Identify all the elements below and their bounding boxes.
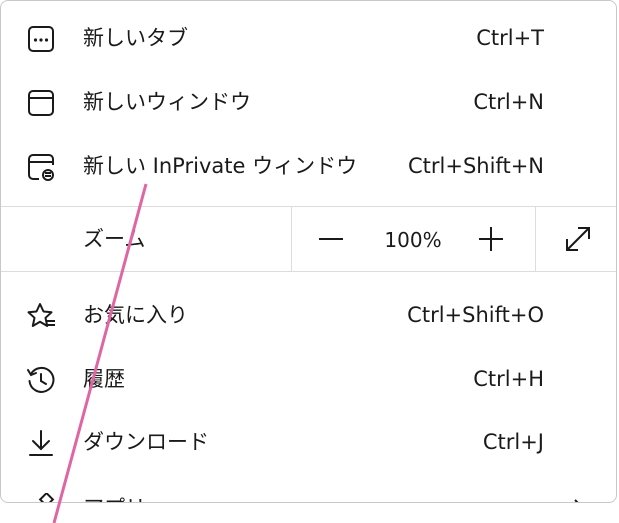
menu-item-shortcut: Ctrl+Shift+O [407, 303, 544, 327]
chevron-right-icon [568, 497, 588, 502]
inprivate-window-icon [25, 151, 57, 183]
history-icon [25, 364, 57, 396]
new-window-icon [25, 87, 57, 119]
menu-item-new-tab[interactable]: 新しいタブ Ctrl+T [1, 5, 616, 69]
menu-item-shortcut: Ctrl+N [473, 90, 544, 114]
zoom-in-button[interactable] [473, 221, 509, 257]
fullscreen-icon [566, 227, 590, 251]
menu-item-label: 新しいウィンドウ [83, 90, 251, 114]
menu-item-favorites[interactable]: お気に入り Ctrl+Shift+O [1, 282, 616, 346]
favorites-star-icon [25, 300, 57, 332]
menu-divider [1, 271, 616, 272]
menu-item-history[interactable]: 履歴 Ctrl+H [1, 346, 616, 410]
menu-item-shortcut: Ctrl+J [482, 430, 544, 454]
zoom-out-button[interactable] [313, 221, 349, 257]
zoom-separator [291, 207, 292, 271]
menu-item-label: 新しいタブ [83, 26, 188, 50]
menu-item-apps[interactable]: アプリ [1, 475, 616, 502]
new-tab-icon [25, 23, 57, 55]
minus-icon [319, 238, 343, 240]
zoom-label: ズーム [83, 227, 146, 251]
menu-item-new-inprivate-window[interactable]: 新しい InPrivate ウィンドウ Ctrl+Shift+N [1, 133, 616, 197]
zoom-separator [535, 207, 536, 271]
browser-settings-menu: 新しいタブ Ctrl+T 新しいウィンドウ Ctrl+N 新しい InPriva… [0, 0, 617, 503]
apps-icon [25, 493, 57, 502]
download-icon [25, 427, 57, 459]
menu-item-new-window[interactable]: 新しいウィンドウ Ctrl+N [1, 69, 616, 133]
menu-item-label: 新しい InPrivate ウィンドウ [83, 154, 358, 178]
menu-item-label: アプリ [83, 495, 146, 502]
menu-item-label: 履歴 [83, 367, 125, 391]
menu-item-shortcut: Ctrl+T [476, 26, 544, 50]
fullscreen-button[interactable] [560, 221, 596, 257]
plus-icon [479, 227, 503, 251]
zoom-level: 100% [384, 228, 442, 252]
menu-item-shortcut: Ctrl+Shift+N [408, 154, 544, 178]
menu-item-label: お気に入り [83, 303, 188, 327]
zoom-row: ズーム 100% [1, 207, 616, 271]
menu-item-label: ダウンロード [83, 430, 209, 454]
menu-item-shortcut: Ctrl+H [473, 367, 544, 391]
menu-item-download[interactable]: ダウンロード Ctrl+J [1, 409, 616, 473]
